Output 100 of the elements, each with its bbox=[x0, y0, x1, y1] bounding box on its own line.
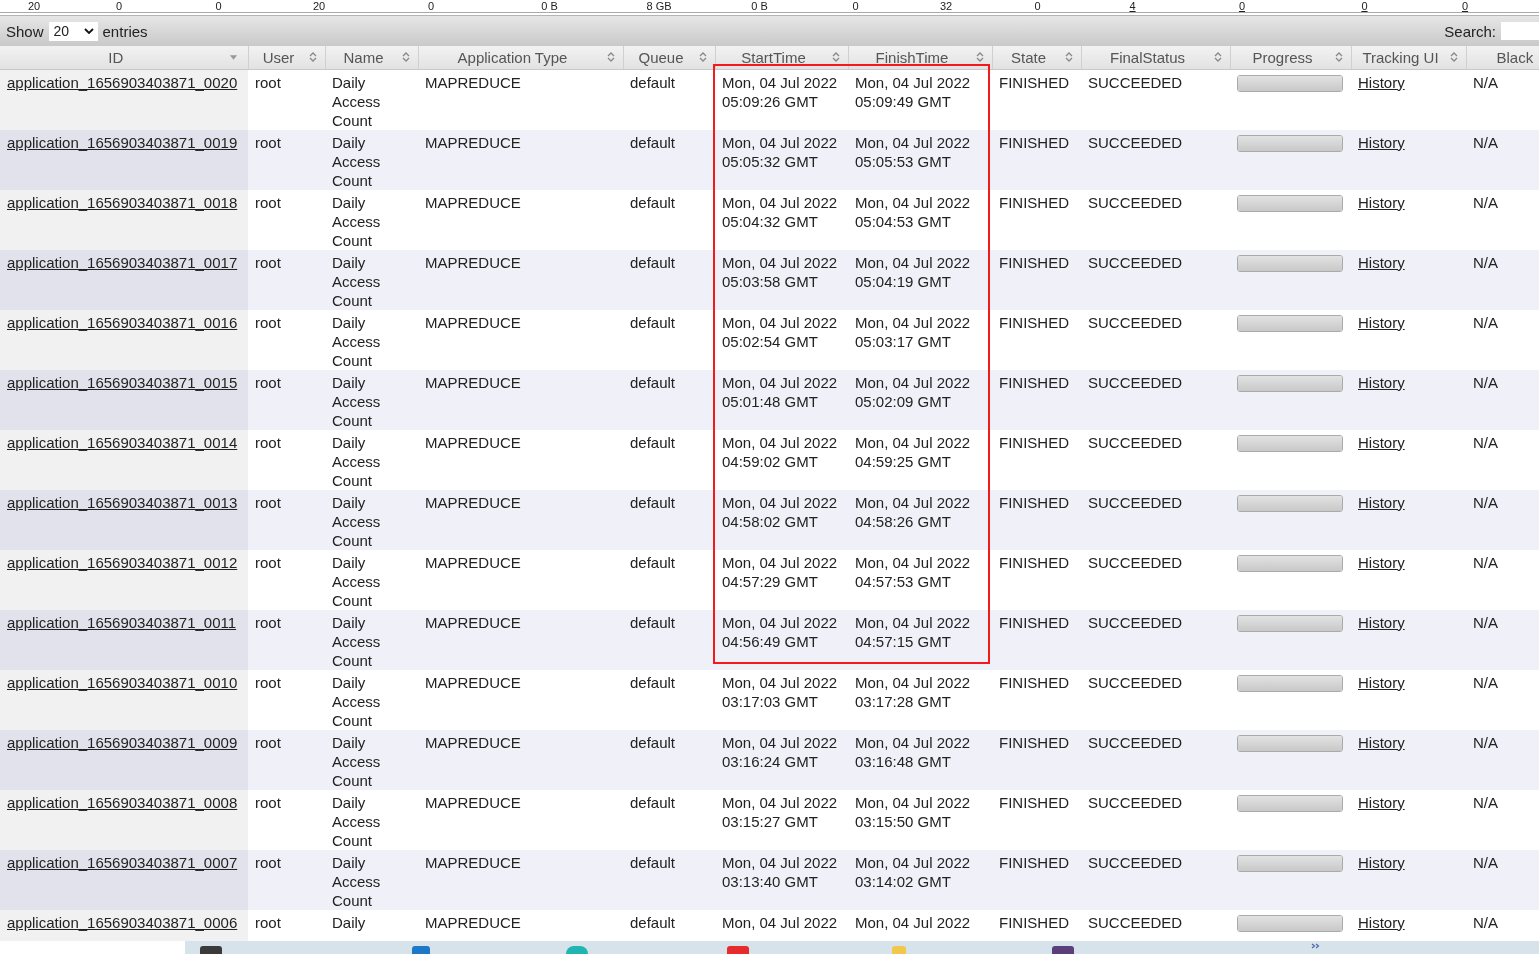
history-link[interactable]: History bbox=[1358, 913, 1405, 931]
history-link[interactable]: History bbox=[1358, 253, 1405, 271]
final-status-cell: SUCCEEDED bbox=[1088, 73, 1183, 91]
app-icon[interactable] bbox=[892, 946, 906, 954]
metric-link[interactable]: 0 bbox=[1238, 1, 1246, 12]
finish-time-cell: Mon, 04 Jul 2022 03:15:50 GMT bbox=[855, 793, 971, 830]
name-cell: Daily Access Count bbox=[332, 733, 381, 789]
history-link[interactable]: History bbox=[1358, 133, 1405, 151]
start-time-cell: Mon, 04 Jul 2022 05:03:58 GMT bbox=[722, 253, 838, 290]
history-link[interactable]: History bbox=[1358, 613, 1405, 631]
blacklisted-cell: N/A bbox=[1473, 853, 1498, 871]
column-header[interactable]: FinishTime bbox=[848, 46, 992, 69]
history-link[interactable]: History bbox=[1358, 433, 1405, 451]
history-link[interactable]: History bbox=[1358, 193, 1405, 211]
name-cell: Daily Access Count bbox=[332, 433, 381, 489]
entries-label: entries bbox=[102, 22, 148, 40]
type-cell: MAPREDUCE bbox=[425, 433, 521, 451]
history-link[interactable]: History bbox=[1358, 373, 1405, 391]
column-header[interactable]: Progress bbox=[1230, 46, 1351, 69]
app-icon[interactable] bbox=[1052, 946, 1074, 954]
column-header[interactable]: StartTime bbox=[715, 46, 848, 69]
app-icon[interactable] bbox=[727, 946, 749, 954]
metric-link[interactable]: 0 bbox=[1361, 1, 1368, 12]
finish-time-cell: Mon, 04 Jul 2022 bbox=[855, 913, 971, 931]
search-field[interactable] bbox=[1501, 22, 1539, 40]
history-link[interactable]: History bbox=[1358, 733, 1405, 751]
chevron-icon[interactable] bbox=[1311, 943, 1321, 949]
finish-time-cell: Mon, 04 Jul 2022 05:04:53 GMT bbox=[855, 193, 971, 230]
column-header[interactable]: User bbox=[248, 46, 325, 69]
history-link[interactable]: History bbox=[1358, 313, 1405, 331]
start-time-cell: Mon, 04 Jul 2022 05:09:26 GMT bbox=[722, 73, 838, 110]
blacklisted-cell: N/A bbox=[1473, 493, 1498, 511]
type-cell: MAPREDUCE bbox=[425, 613, 521, 631]
user-cell: root bbox=[255, 313, 281, 331]
final-status-cell: SUCCEEDED bbox=[1088, 313, 1183, 331]
queue-cell: default bbox=[630, 913, 676, 931]
final-status-cell: SUCCEEDED bbox=[1088, 853, 1183, 871]
finish-time-cell: Mon, 04 Jul 2022 04:57:15 GMT bbox=[855, 613, 971, 650]
blacklisted-cell: N/A bbox=[1473, 913, 1498, 931]
type-cell: MAPREDUCE bbox=[425, 133, 521, 151]
state-cell: FINISHED bbox=[999, 673, 1069, 691]
history-link[interactable]: History bbox=[1358, 73, 1405, 91]
type-cell: MAPREDUCE bbox=[425, 73, 521, 91]
name-cell: Daily Access Count bbox=[332, 73, 381, 129]
state-cell: FINISHED bbox=[999, 193, 1069, 211]
user-cell: root bbox=[255, 433, 281, 451]
start-time-cell: Mon, 04 Jul 2022 04:57:29 GMT bbox=[722, 553, 838, 590]
blacklisted-cell: N/A bbox=[1473, 553, 1498, 571]
metric-link[interactable]: 4 bbox=[1129, 1, 1136, 12]
history-link[interactable]: History bbox=[1358, 673, 1405, 691]
finish-time-cell: Mon, 04 Jul 2022 05:05:53 GMT bbox=[855, 133, 971, 170]
name-cell: Daily Access Count bbox=[332, 553, 381, 609]
column-header[interactable]: ID bbox=[0, 46, 248, 69]
name-cell: Daily Access Count bbox=[332, 673, 381, 729]
history-link[interactable]: History bbox=[1358, 853, 1405, 871]
final-status-cell: SUCCEEDED bbox=[1088, 133, 1183, 151]
state-cell: FINISHED bbox=[999, 913, 1069, 931]
queue-cell: default bbox=[630, 73, 676, 91]
app-icon[interactable] bbox=[566, 946, 588, 954]
queue-cell: default bbox=[630, 553, 676, 571]
column-header[interactable]: FinalStatus bbox=[1081, 46, 1230, 69]
metric-link[interactable]: 0 bbox=[1461, 1, 1469, 12]
start-time-cell: Mon, 04 Jul 2022 04:59:02 GMT bbox=[722, 433, 838, 470]
user-cell: root bbox=[255, 733, 281, 751]
queue-cell: default bbox=[630, 313, 676, 331]
name-cell: Daily Access Count bbox=[332, 493, 381, 549]
column-header[interactable]: Black bbox=[1466, 46, 1539, 69]
final-status-cell: SUCCEEDED bbox=[1088, 373, 1183, 391]
blacklisted-cell: N/A bbox=[1473, 73, 1498, 91]
name-cell: Daily Access Count bbox=[332, 853, 381, 909]
queue-cell: default bbox=[630, 253, 676, 271]
history-link[interactable]: History bbox=[1358, 793, 1405, 811]
column-header[interactable]: Application Type bbox=[418, 46, 623, 69]
history-link[interactable]: History bbox=[1358, 493, 1405, 511]
type-cell: MAPREDUCE bbox=[425, 673, 521, 691]
app-icon[interactable] bbox=[412, 946, 430, 954]
page-size-select[interactable]: 20 bbox=[48, 21, 98, 41]
app-icon[interactable] bbox=[200, 946, 222, 954]
user-cell: root bbox=[255, 913, 281, 931]
final-status-cell: SUCCEEDED bbox=[1088, 613, 1183, 631]
start-time-cell: Mon, 04 Jul 2022 04:58:02 GMT bbox=[722, 493, 838, 530]
finish-time-cell: Mon, 04 Jul 2022 05:02:09 GMT bbox=[855, 373, 971, 410]
column-header[interactable]: Name bbox=[325, 46, 418, 69]
column-header[interactable]: Queue bbox=[623, 46, 715, 69]
user-cell: root bbox=[255, 673, 281, 691]
queue-cell: default bbox=[630, 433, 676, 451]
finish-time-cell: Mon, 04 Jul 2022 04:59:25 GMT bbox=[855, 433, 971, 470]
state-cell: FINISHED bbox=[999, 493, 1069, 511]
queue-cell: default bbox=[630, 613, 676, 631]
user-cell: root bbox=[255, 613, 281, 631]
type-cell: MAPREDUCE bbox=[425, 793, 521, 811]
final-status-cell: SUCCEEDED bbox=[1088, 253, 1183, 271]
show-label: Show bbox=[6, 22, 44, 40]
finish-time-cell: Mon, 04 Jul 2022 04:57:53 GMT bbox=[855, 553, 971, 590]
column-header[interactable]: State bbox=[992, 46, 1081, 69]
column-header[interactable]: Tracking UI bbox=[1351, 46, 1466, 69]
finish-time-cell: Mon, 04 Jul 2022 05:03:17 GMT bbox=[855, 313, 971, 350]
final-status-cell: SUCCEEDED bbox=[1088, 733, 1183, 751]
user-cell: root bbox=[255, 853, 281, 871]
history-link[interactable]: History bbox=[1358, 553, 1405, 571]
